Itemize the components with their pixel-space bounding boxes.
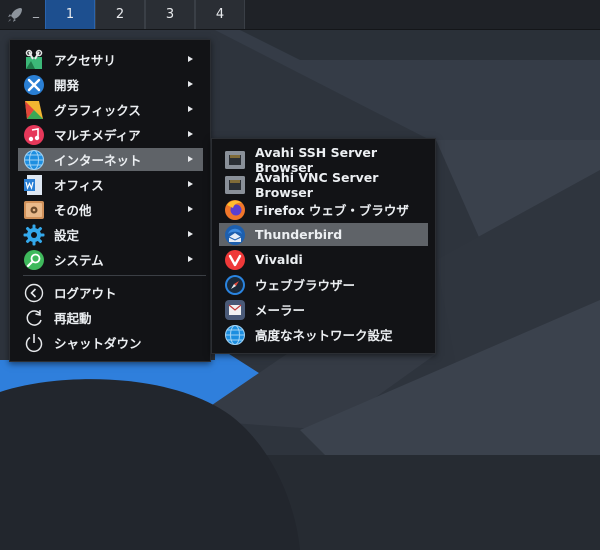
menu-item-firefox[interactable]: Firefox ウェブ・ブラウザ xyxy=(219,198,428,221)
workspace-1-button[interactable]: 1 xyxy=(45,0,95,29)
settings-icon xyxy=(23,224,45,245)
menu-item-development[interactable]: 開発 xyxy=(18,73,203,96)
internet-icon xyxy=(24,149,44,170)
menu-item-label: 設定 xyxy=(54,228,80,243)
menu-item-multimedia[interactable]: マルチメディア xyxy=(18,123,203,146)
submenu-arrow-icon xyxy=(188,131,193,137)
menu-item-settings[interactable]: 設定 xyxy=(18,223,203,246)
submenu-arrow-icon xyxy=(188,56,193,62)
menu-item-label: ウェブブラウザー xyxy=(255,278,356,293)
menu-item-label: その他 xyxy=(54,203,92,218)
web-browser-icon xyxy=(225,274,245,295)
mailer-icon xyxy=(225,299,245,320)
submenu-arrow-icon xyxy=(188,81,193,87)
restart-icon xyxy=(26,309,42,326)
menu-item-label: シャットダウン xyxy=(54,336,142,351)
top-panel: _ 1 2 3 4 xyxy=(0,0,600,30)
menu-item-label: 高度なネットワーク設定 xyxy=(255,328,393,343)
system-icon xyxy=(24,249,44,270)
menu-item-office[interactable]: オフィス xyxy=(18,173,203,196)
menu-item-graphics[interactable]: グラフィックス xyxy=(18,98,203,121)
menu-item-mailer[interactable]: メーラー xyxy=(219,298,428,321)
accessories-icon xyxy=(25,49,43,69)
minimize-mark[interactable]: _ xyxy=(33,4,39,18)
vivaldi-icon xyxy=(225,249,245,270)
firefox-icon xyxy=(225,199,245,220)
menu-item-label: メーラー xyxy=(255,303,306,318)
menu-separator xyxy=(23,275,206,276)
internet-submenu: Avahi SSH Server Browser Avahi VNC Serve… xyxy=(211,138,436,354)
menu-item-internet[interactable]: インターネット xyxy=(18,148,203,171)
logout-icon xyxy=(24,283,44,302)
submenu-arrow-icon xyxy=(188,206,193,212)
shutdown-icon xyxy=(25,333,43,352)
menu-item-other[interactable]: その他 xyxy=(18,198,203,221)
menu-item-label: 開発 xyxy=(54,78,80,93)
menu-item-accessories[interactable]: アクセサリ xyxy=(18,48,203,71)
thunderbird-icon xyxy=(225,224,245,245)
other-icon xyxy=(24,200,44,219)
menu-item-label: システム xyxy=(54,253,104,268)
menu-item-label: ログアウト xyxy=(54,286,117,301)
development-icon xyxy=(24,74,44,95)
submenu-arrow-icon xyxy=(188,231,193,237)
rocket-icon xyxy=(8,7,22,22)
menu-item-vivaldi[interactable]: Vivaldi xyxy=(219,248,428,271)
submenu-arrow-icon xyxy=(188,156,193,162)
menu-item-label: アクセサリ xyxy=(54,53,116,68)
menu-item-avahi-ssh[interactable]: Avahi SSH Server Browser xyxy=(219,145,428,175)
menu-item-shutdown[interactable]: シャットダウン xyxy=(18,331,203,354)
network-settings-icon xyxy=(225,324,245,345)
menu-item-thunderbird[interactable]: Thunderbird xyxy=(219,223,428,246)
menu-item-system[interactable]: システム xyxy=(18,248,203,271)
workspace-4-button[interactable]: 4 xyxy=(195,0,245,29)
menu-item-logout[interactable]: ログアウト xyxy=(18,281,203,304)
menu-item-label: Thunderbird xyxy=(255,227,343,242)
multimedia-icon xyxy=(24,124,44,145)
menu-item-label: Avahi VNC Server Browser xyxy=(255,169,379,200)
menu-item-label: Vivaldi xyxy=(255,252,303,267)
graphics-icon xyxy=(25,100,43,119)
workspace-3-button[interactable]: 3 xyxy=(145,0,195,29)
menu-item-label: 再起動 xyxy=(54,311,92,326)
submenu-arrow-icon xyxy=(188,181,193,187)
menu-item-label: インターネット xyxy=(54,153,142,168)
workspace-2-button[interactable]: 2 xyxy=(95,0,145,29)
menu-item-label: マルチメディア xyxy=(54,128,141,143)
menu-item-restart[interactable]: 再起動 xyxy=(18,306,203,329)
menu-item-web-browser[interactable]: ウェブブラウザー xyxy=(219,273,428,296)
menu-item-avahi-vnc[interactable]: Avahi VNC Server Browser xyxy=(219,170,428,200)
menu-item-label: グラフィックス xyxy=(54,103,141,118)
submenu-arrow-icon xyxy=(188,106,193,112)
app-launcher-button[interactable] xyxy=(0,0,30,29)
application-menu: アクセサリ 開発 グラフィックス マルチメディア インターネット オフィス その… xyxy=(9,39,211,362)
network-server-icon xyxy=(225,175,245,194)
menu-item-label: オフィス xyxy=(54,178,104,193)
office-icon xyxy=(24,174,42,195)
menu-item-label: Firefox ウェブ・ブラウザ xyxy=(255,203,409,218)
menu-item-network-settings[interactable]: 高度なネットワーク設定 xyxy=(219,323,428,346)
network-server-icon xyxy=(225,150,245,169)
workspace-switcher: 1 2 3 4 xyxy=(45,0,245,29)
submenu-arrow-icon xyxy=(188,256,193,262)
